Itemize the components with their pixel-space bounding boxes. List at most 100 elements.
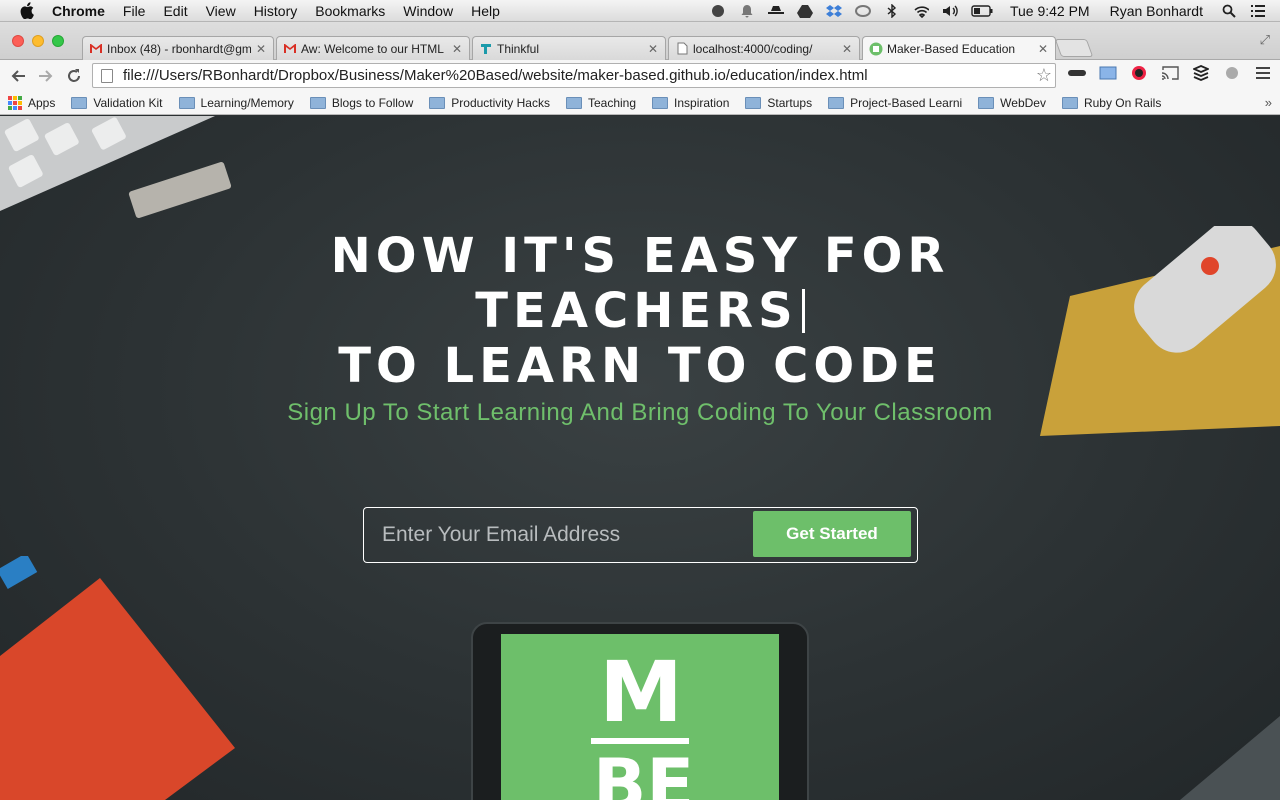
desk-corner-photo	[1180, 716, 1280, 800]
ghostery-icon[interactable]	[1068, 64, 1086, 82]
tab-title: Aw: Welcome to our HTML	[301, 41, 444, 56]
gmail-icon	[89, 42, 103, 56]
bookmark-folder-teaching[interactable]: Teaching	[565, 95, 637, 110]
bookmark-label: Validation Kit	[93, 95, 163, 110]
evernote-clipper-icon[interactable]	[1223, 64, 1241, 82]
bookmark-folder-project-based-learning[interactable]: Project-Based Learni	[828, 96, 962, 110]
address-bar[interactable]: file:///Users/RBonhardt/Dropbox/Business…	[92, 63, 1056, 88]
window-zoom-button[interactable]	[52, 35, 64, 47]
notification-bell-icon[interactable]	[739, 3, 755, 19]
tab-close-icon[interactable]: ✕	[647, 42, 659, 56]
thinkful-icon	[479, 42, 493, 56]
bookmark-folder-validation-kit[interactable]: Validation Kit	[71, 95, 163, 110]
tab-maker-based-education[interactable]: Maker-Based Education ✕	[862, 36, 1056, 61]
maker-based-logo-bottom: BE	[593, 744, 695, 800]
menu-bar-clock[interactable]: Tue 9:42 PM	[1010, 3, 1090, 19]
google-drive-icon[interactable]	[796, 3, 813, 19]
hero-line-3: TO LEARN TO CODE	[338, 338, 942, 394]
tab-localhost[interactable]: localhost:4000/coding/ ✕	[668, 36, 860, 60]
tab-gmail-welcome[interactable]: Aw: Welcome to our HTML ✕	[276, 36, 470, 60]
bookmark-folder-ruby-on-rails[interactable]: Ruby On Rails	[1061, 96, 1161, 110]
folder-icon	[745, 96, 762, 109]
folder-icon	[828, 96, 845, 109]
bookmark-folder-inspiration[interactable]: Inspiration	[652, 96, 729, 110]
tab-close-icon[interactable]: ✕	[841, 42, 853, 56]
page-icon	[675, 42, 689, 56]
bluetooth-icon[interactable]	[884, 3, 900, 19]
email-input[interactable]	[365, 509, 750, 561]
chrome-menu-icon[interactable]	[1254, 64, 1272, 82]
bookmark-label: WebDev	[1000, 95, 1046, 110]
volume-icon[interactable]	[942, 3, 958, 19]
menu-file[interactable]: File	[123, 3, 146, 19]
tab-close-icon[interactable]: ✕	[451, 42, 463, 56]
notification-center-icon[interactable]	[1250, 3, 1266, 19]
page-icon	[101, 68, 113, 83]
menu-bar-status-area: Tue 9:42 PM Ryan Bonhardt	[710, 0, 1280, 22]
color-picker-icon[interactable]	[1130, 64, 1148, 82]
wifi-icon[interactable]	[913, 3, 929, 19]
fullscreen-icon[interactable]: ⤢	[1260, 32, 1270, 48]
tab-gmail-inbox[interactable]: Inbox (48) - rbonhardt@gm ✕	[82, 36, 274, 60]
folder-icon	[71, 96, 88, 109]
evernote-icon[interactable]	[710, 3, 726, 19]
bookmark-folder-productivity-hacks[interactable]: Productivity Hacks	[429, 96, 550, 110]
bookmark-label: Productivity Hacks	[451, 95, 550, 110]
folder-icon	[565, 96, 582, 109]
bookmarks-overflow-chevron-icon[interactable]: »	[1265, 95, 1272, 110]
get-started-button[interactable]: Get Started	[753, 511, 911, 557]
bookmark-folder-webdev[interactable]: WebDev	[978, 96, 1046, 110]
menu-help[interactable]: Help	[471, 3, 500, 19]
hero-typed-word: TEACHERS	[475, 283, 798, 339]
window-minimize-button[interactable]	[32, 35, 44, 47]
menu-app-chrome[interactable]: Chrome	[52, 3, 105, 19]
bookmark-label: Inspiration	[674, 95, 730, 110]
folder-icon	[178, 96, 195, 109]
tablet-device-photo: M BE	[471, 622, 809, 800]
address-bar-url[interactable]: file:///Users/RBonhardt/Dropbox/Business…	[123, 67, 1033, 84]
menu-window[interactable]: Window	[403, 3, 453, 19]
bookmark-label: Teaching	[587, 95, 637, 110]
menu-history[interactable]: History	[254, 3, 298, 19]
new-tab-button[interactable]	[1054, 39, 1094, 57]
back-arrow-icon[interactable]	[4, 64, 32, 88]
web-page-content: NOW IT'S EASY FOR TEACHERS TO LEARN TO C…	[0, 116, 1280, 800]
dropbox-icon[interactable]	[825, 3, 842, 19]
tab-close-icon[interactable]: ✕	[1037, 42, 1049, 56]
menu-bar-user[interactable]: Ryan Bonhardt	[1110, 3, 1203, 19]
reload-icon[interactable]	[60, 64, 88, 88]
apps-grid-icon	[8, 95, 22, 110]
folder-icon	[652, 96, 669, 109]
hero-line-2: TEACHERS	[0, 284, 1280, 339]
creative-cloud-icon[interactable]	[854, 3, 871, 19]
bookmark-folder-blogs-to-follow[interactable]: Blogs to Follow	[309, 95, 414, 110]
bookmark-apps[interactable]: Apps	[0, 95, 56, 110]
buffer-icon[interactable]	[1192, 64, 1210, 82]
screenshot-extension-icon[interactable]	[1099, 64, 1117, 82]
menu-view[interactable]: View	[206, 3, 236, 19]
tab-close-icon[interactable]: ✕	[255, 42, 267, 56]
spotlight-search-icon[interactable]	[1221, 3, 1237, 19]
browser-tab-strip: Inbox (48) - rbonhardt@gm ✕ Aw: Welcome …	[0, 22, 1280, 61]
forward-arrow-icon[interactable]	[32, 64, 60, 88]
incognito-hat-icon[interactable]	[767, 3, 784, 19]
bookmarks-bar: Apps Validation Kit Learning/Memory Blog…	[0, 91, 1280, 115]
maker-based-logo-top: M	[599, 643, 683, 741]
folder-icon	[309, 96, 326, 109]
tab-title: localhost:4000/coding/	[693, 41, 813, 56]
bookmark-label: Project-Based Learni	[850, 95, 963, 110]
bookmark-folder-startups[interactable]: Startups	[745, 96, 812, 110]
menu-bookmarks[interactable]: Bookmarks	[315, 3, 385, 19]
battery-icon[interactable]	[971, 3, 993, 19]
cast-icon[interactable]	[1161, 64, 1179, 82]
window-close-button[interactable]	[12, 35, 24, 47]
signup-form: Get Started	[363, 507, 918, 563]
typing-cursor	[801, 289, 805, 333]
bookmark-label: Blogs to Follow	[331, 95, 414, 110]
bookmark-label: Apps	[28, 95, 56, 110]
bookmark-folder-learning-memory[interactable]: Learning/Memory	[178, 96, 294, 110]
apple-menu-icon[interactable]	[20, 2, 38, 20]
tab-thinkful[interactable]: Thinkful ✕	[472, 36, 666, 60]
bookmark-star-icon[interactable]: ☆	[1033, 65, 1055, 86]
menu-edit[interactable]: Edit	[163, 3, 187, 19]
